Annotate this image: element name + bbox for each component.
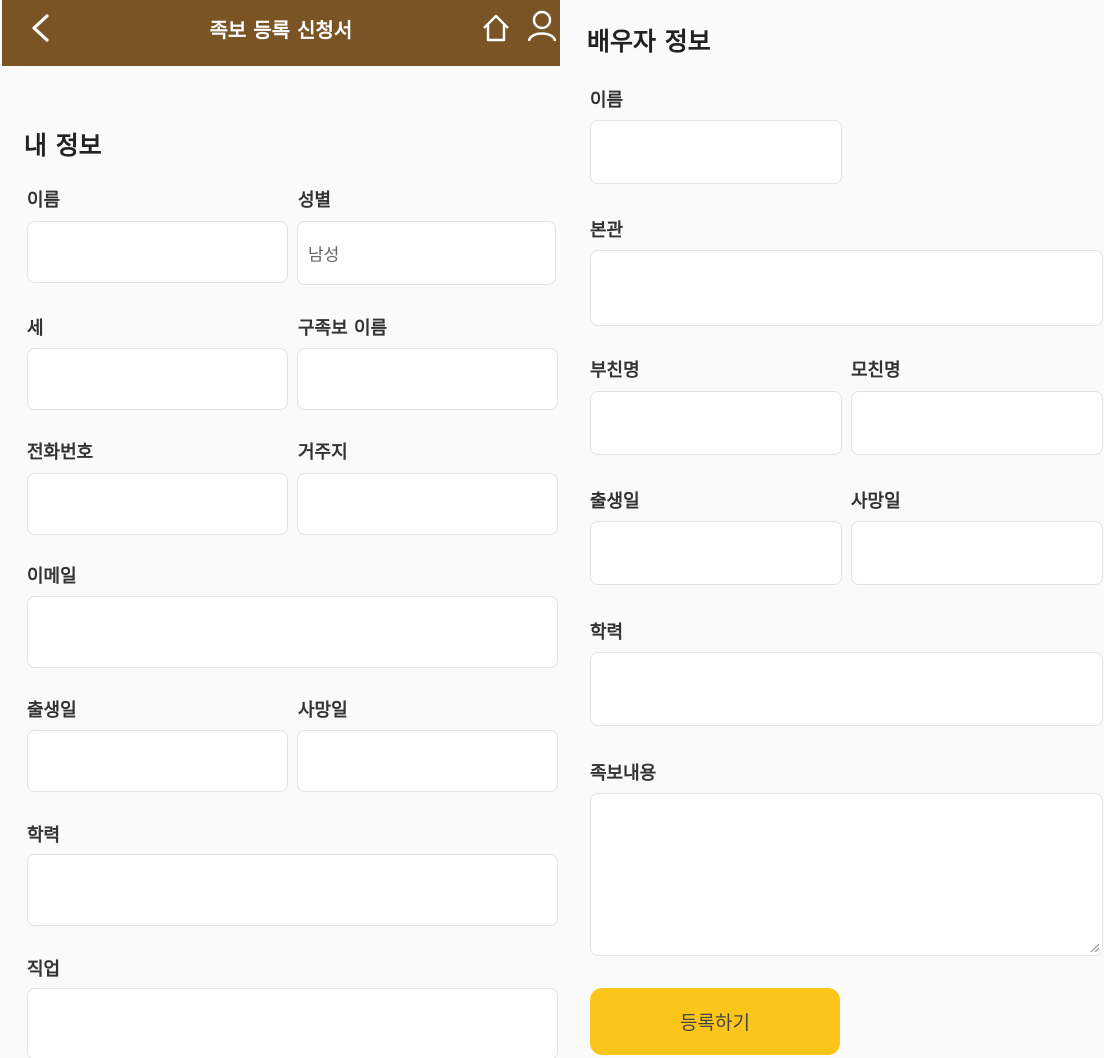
resize-handle-icon[interactable] <box>1090 943 1100 953</box>
gender-value: 남성 <box>308 245 340 266</box>
phone-input[interactable] <box>27 473 288 535</box>
genealogy-content-textarea[interactable] <box>590 793 1103 956</box>
spouse-education-label: 학력 <box>590 622 624 643</box>
email-input[interactable] <box>27 596 558 668</box>
spouse-name-input[interactable] <box>590 120 842 184</box>
genealogy-content-label: 족보내용 <box>590 763 657 784</box>
residence-input[interactable] <box>297 473 558 535</box>
spouse-education-input[interactable] <box>590 652 1103 726</box>
mother-name-label: 모친명 <box>851 360 901 381</box>
education-input[interactable] <box>27 854 558 926</box>
app-header: 족보 등록 신청서 <box>2 0 560 66</box>
occupation-input[interactable] <box>27 988 558 1058</box>
home-button[interactable] <box>476 8 516 48</box>
father-name-label: 부친명 <box>590 360 640 381</box>
old-genealogy-name-label: 구족보 이름 <box>298 318 388 339</box>
origin-label: 본관 <box>590 220 624 241</box>
origin-input[interactable] <box>590 250 1103 326</box>
registration-page: 족보 등록 신청서 내 정보 이름 성별 남성 세 구족보 이름 전화번호 거주… <box>0 0 1104 1058</box>
submit-button[interactable]: 등록하기 <box>590 988 840 1055</box>
submit-button-label: 등록하기 <box>680 1012 750 1034</box>
birth-date-input[interactable] <box>27 730 288 792</box>
my-info-title: 내 정보 <box>24 131 102 160</box>
spouse-birth-date-input[interactable] <box>590 521 842 585</box>
gender-select[interactable]: 남성 <box>297 221 556 285</box>
education-label: 학력 <box>27 825 61 846</box>
user-icon <box>527 10 557 42</box>
birth-date-label: 출생일 <box>27 700 77 721</box>
death-date-input[interactable] <box>297 730 558 792</box>
spouse-info-title: 배우자 정보 <box>587 27 711 56</box>
home-icon <box>483 14 509 42</box>
spouse-name-label: 이름 <box>590 90 624 111</box>
old-genealogy-name-input[interactable] <box>297 348 558 410</box>
generation-label: 세 <box>27 318 44 339</box>
name-input[interactable] <box>27 221 288 283</box>
spouse-death-date-label: 사망일 <box>851 491 901 512</box>
mother-name-input[interactable] <box>851 391 1103 455</box>
spouse-birth-date-label: 출생일 <box>590 491 640 512</box>
email-label: 이메일 <box>27 566 77 587</box>
gender-label: 성별 <box>298 190 332 211</box>
residence-label: 거주지 <box>298 442 348 463</box>
spouse-death-date-input[interactable] <box>851 521 1103 585</box>
phone-label: 전화번호 <box>27 442 94 463</box>
occupation-label: 직업 <box>27 959 61 980</box>
father-name-input[interactable] <box>590 391 842 455</box>
profile-button[interactable] <box>522 6 562 46</box>
death-date-label: 사망일 <box>298 700 348 721</box>
name-label: 이름 <box>27 190 61 211</box>
generation-input[interactable] <box>27 348 288 410</box>
